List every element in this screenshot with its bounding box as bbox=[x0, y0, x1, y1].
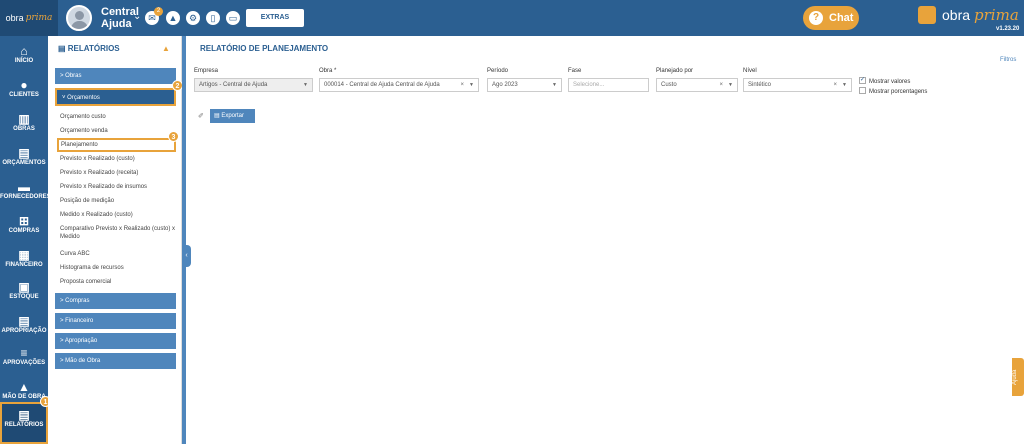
ajuda-tab[interactable]: Ajuda bbox=[1012, 358, 1024, 396]
planejado-por-label: Planejado por bbox=[656, 68, 694, 74]
collapse-panel-button[interactable]: ‹ bbox=[182, 245, 191, 267]
chevron-down-icon: ▼ bbox=[842, 82, 847, 88]
panel-divider bbox=[182, 36, 186, 444]
checklist-icon: ≡ bbox=[20, 346, 28, 360]
report-previsto-realizado-custo[interactable]: Previsto x Realizado (custo) bbox=[60, 155, 176, 163]
calculator-icon: ▦ bbox=[18, 248, 30, 262]
nav-relatorios[interactable]: ▤ RELATÓRIOS bbox=[0, 402, 48, 444]
notification-badge: 2 bbox=[154, 7, 163, 16]
report-previsto-realizado-insumos[interactable]: Previsto x Realizado de insumos bbox=[60, 183, 176, 191]
section-mao-de-obra[interactable]: > Mão de Obra bbox=[55, 353, 176, 369]
nav-orcamentos[interactable]: ▤ ORÇAMENTOS bbox=[0, 142, 48, 178]
report-orcamento-venda[interactable]: Orçamento venda bbox=[60, 127, 176, 135]
workers-icon: ▲ bbox=[18, 380, 30, 394]
obra-select[interactable]: 000014 - Central de Ajuda Central de Aju… bbox=[319, 78, 479, 92]
nav-inicio[interactable]: ⌂ INÍCIO bbox=[0, 40, 48, 76]
user-icon: ● bbox=[20, 78, 28, 92]
gear-icon[interactable]: ⚙ bbox=[186, 11, 200, 25]
nav-obras[interactable]: ▥ OBRAS bbox=[0, 108, 48, 144]
report-previsto-realizado-receita[interactable]: Previsto x Realizado (receita) bbox=[60, 169, 176, 177]
chevron-down-icon: ▼ bbox=[552, 82, 557, 88]
empresa-select[interactable]: Artigos - Central de Ajuda ▼ bbox=[194, 78, 313, 92]
empresa-label: Empresa bbox=[194, 68, 219, 74]
user-avatar[interactable] bbox=[66, 5, 92, 31]
section-compras[interactable]: > Compras bbox=[55, 293, 176, 309]
exportar-button[interactable]: ▤ Exportar bbox=[210, 109, 255, 123]
nav-aprovacoes[interactable]: ≡ APROVAÇÕES bbox=[0, 342, 48, 378]
eraser-icon[interactable]: ✐ bbox=[198, 112, 204, 120]
version-label: v1.23.20 bbox=[996, 26, 1020, 32]
mobile-icon[interactable]: ▯ bbox=[206, 11, 220, 25]
report-orcamento-custo[interactable]: Orçamento custo bbox=[60, 113, 176, 121]
periodo-label: Período bbox=[487, 68, 509, 74]
report-medido-realizado[interactable]: Medido x Realizado (custo) bbox=[60, 211, 176, 219]
monitor-icon[interactable]: ▭ bbox=[226, 11, 240, 25]
fase-label: Fase bbox=[568, 68, 582, 74]
graduation-icon[interactable]: ▲ bbox=[166, 11, 180, 25]
panel-title: ▤ RELATÓRIOS bbox=[58, 44, 120, 53]
section-apropriacao[interactable]: > Apropriação bbox=[55, 333, 176, 349]
chevron-down-icon: ▼ bbox=[469, 82, 474, 88]
section-financeiro[interactable]: > Financeiro bbox=[55, 313, 176, 329]
document-icon: ▤ bbox=[18, 146, 30, 160]
graduation-cap-icon[interactable]: ▲ bbox=[162, 44, 170, 53]
nav-clientes[interactable]: ● CLIENTES bbox=[0, 74, 48, 110]
chat-button[interactable]: ? Chat bbox=[803, 6, 859, 30]
checkmark-icon: ✓ bbox=[859, 77, 866, 84]
cart-icon: ⊞ bbox=[18, 214, 30, 228]
question-icon: ? bbox=[809, 11, 823, 25]
nav-apropriacao[interactable]: ▤ APROPRIAÇÃO bbox=[0, 310, 48, 346]
report-proposta-comercial[interactable]: Proposta comercial bbox=[60, 278, 176, 286]
clear-icon: × bbox=[833, 82, 837, 88]
nav-fornecedores[interactable]: ▬ FORNECEDORES bbox=[0, 176, 51, 212]
brand-logo: obra prima bbox=[918, 6, 1019, 24]
page-title: RELATÓRIO DE PLANEJAMENTO bbox=[200, 44, 329, 53]
obraprima-logo[interactable]: obra prima bbox=[0, 0, 58, 36]
report-icon: ▤ bbox=[18, 408, 30, 422]
clear-icon: × bbox=[719, 82, 723, 88]
main-nav: ⌂ INÍCIO ● CLIENTES ▥ OBRAS ▤ ORÇAMENTOS ▬ FO… bbox=[0, 36, 51, 444]
report-posicao-medicao[interactable]: Posição de medição bbox=[60, 197, 176, 205]
obra-label: Obra * bbox=[319, 68, 337, 74]
nav-compras[interactable]: ⊞ COMPRAS bbox=[0, 210, 48, 246]
boxes-icon: ▣ bbox=[18, 280, 30, 294]
clear-icon: × bbox=[460, 82, 464, 88]
nav-financeiro[interactable]: ▦ FINANCEIRO bbox=[0, 244, 48, 280]
report-comparativo[interactable]: Comparativo Previsto x Realizado (custo)… bbox=[60, 225, 176, 241]
extras-button[interactable]: EXTRAS bbox=[246, 9, 304, 27]
step-3-marker: 3 bbox=[168, 131, 179, 142]
mostrar-valores-checkbox[interactable]: ✓ Mostrar valores bbox=[859, 77, 910, 85]
truck-icon: ▬ bbox=[18, 180, 30, 194]
nav-estoque[interactable]: ▣ ESTOQUE bbox=[0, 276, 48, 312]
section-orcamentos[interactable]: ˅ Orçamentos bbox=[55, 88, 176, 106]
report-histograma[interactable]: Histograma de recursos bbox=[60, 264, 176, 272]
building-icon: ▥ bbox=[18, 112, 30, 126]
chevron-down-icon[interactable]: ⌄ bbox=[133, 11, 141, 22]
file-icon: ▤ bbox=[18, 314, 30, 328]
home-icon: ⌂ bbox=[20, 44, 28, 58]
planejado-por-select[interactable]: Custo × ▼ bbox=[656, 78, 738, 92]
fase-select[interactable]: Selecione... bbox=[568, 78, 649, 92]
chevron-down-icon: ▼ bbox=[728, 82, 733, 88]
report-planejamento[interactable]: Planejamento bbox=[57, 138, 176, 152]
chevron-down-icon: ▼ bbox=[303, 82, 308, 88]
nivel-select[interactable]: Sintético × ▼ bbox=[743, 78, 852, 92]
cube-icon bbox=[918, 6, 936, 24]
periodo-select[interactable]: Ago 2023 ▼ bbox=[487, 78, 562, 92]
report-curva-abc[interactable]: Curva ABC bbox=[60, 250, 176, 258]
mostrar-porcentagens-checkbox[interactable]: Mostrar porcentagens bbox=[859, 87, 927, 95]
filtros-link[interactable]: Filtros bbox=[1000, 57, 1016, 63]
section-obras[interactable]: > Obras bbox=[55, 68, 176, 84]
nivel-label: Nível bbox=[743, 68, 757, 74]
top-bar: obra prima Central Ajuda ⌄ ✉ 2 ▲ ⚙ ▯ ▭ EXT… bbox=[0, 0, 1024, 36]
